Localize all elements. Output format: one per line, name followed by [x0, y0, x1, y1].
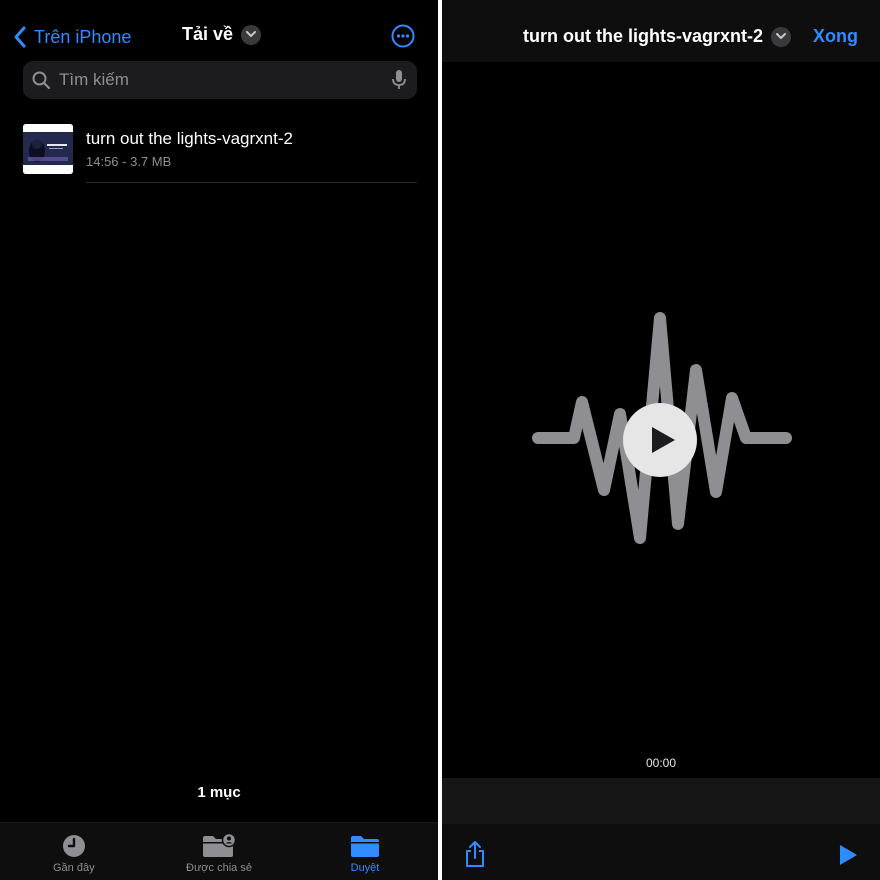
done-button[interactable]: Xong — [813, 26, 858, 47]
tab-shared-label: Được chia sẻ — [186, 862, 252, 874]
file-name: turn out the lights-vagrxnt-2 — [86, 129, 293, 148]
folder-title-menu[interactable]: Tải về — [182, 24, 262, 45]
current-time: 00:00 — [645, 756, 677, 770]
divider — [86, 182, 417, 183]
back-button[interactable]: Trên iPhone — [12, 22, 131, 52]
bottom-toolbar — [442, 824, 880, 880]
shared-folder-icon — [202, 833, 237, 857]
search-bar[interactable] — [23, 61, 417, 99]
share-icon[interactable] — [464, 840, 486, 868]
tab-recents[interactable]: Gần đây — [53, 833, 95, 874]
chevron-down-icon — [771, 26, 791, 47]
play-icon — [652, 427, 675, 453]
tab-browse-label: Duyệt — [350, 862, 380, 874]
file-list-item[interactable]: turn out the lights-vagrxnt-2 14:56 - 3.… — [0, 118, 438, 184]
folder-title: Tải về — [182, 24, 234, 44]
more-options-icon[interactable] — [391, 24, 415, 48]
search-icon — [32, 71, 51, 90]
tab-bar: Gần đây Được chia sẻ Duyệt — [0, 822, 438, 880]
play-overlay-button[interactable] — [623, 403, 697, 477]
item-count: 1 mục — [197, 784, 241, 801]
tab-browse[interactable]: Duyệt — [350, 833, 380, 874]
folder-icon — [351, 836, 379, 857]
chevron-left-icon — [14, 26, 26, 48]
preview-header: turn out the lights-vagrxnt-2 Xong — [442, 0, 880, 62]
clock-icon — [62, 835, 85, 857]
tab-recents-label: Gần đây — [53, 862, 95, 874]
file-thumbnail — [23, 124, 73, 174]
back-label: Trên iPhone — [34, 26, 132, 47]
audio-preview-panel: turn out the lights-vagrxnt-2 Xong 00:00 — [442, 0, 880, 880]
preview-title-menu[interactable]: turn out the lights-vagrxnt-2 — [523, 26, 791, 47]
scrubber-track[interactable] — [442, 778, 880, 824]
play-icon[interactable] — [838, 844, 858, 866]
files-browser-panel: Trên iPhone Tải về Tìm kiếm turn out the… — [0, 0, 438, 880]
tab-shared[interactable]: Được chia sẻ — [186, 833, 252, 874]
chevron-down-icon — [241, 24, 262, 45]
file-meta: 14:56 - 3.7 MB — [86, 154, 172, 169]
search-input[interactable] — [57, 69, 391, 91]
preview-title: turn out the lights-vagrxnt-2 — [523, 26, 763, 46]
microphone-icon[interactable] — [391, 69, 407, 91]
